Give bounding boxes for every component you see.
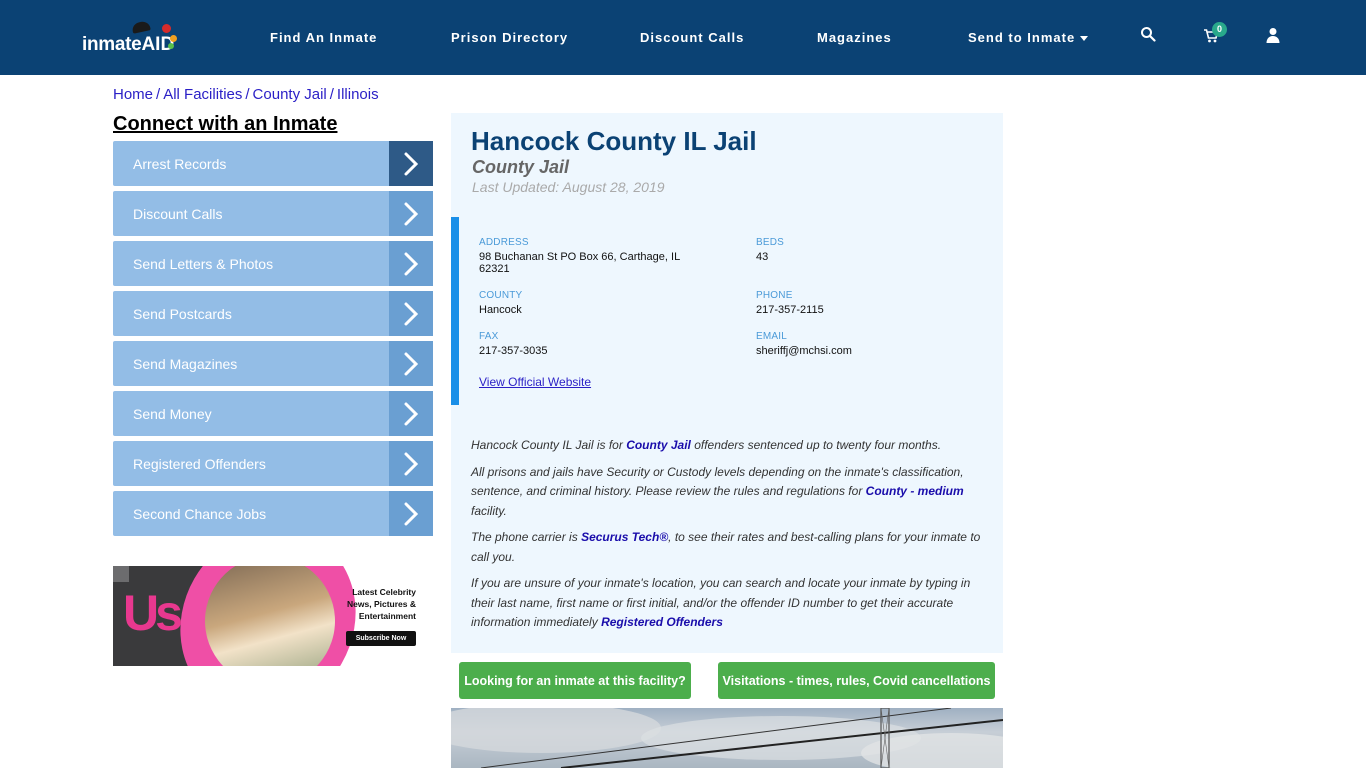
sidebar-item-label: Send Postcards <box>133 305 232 322</box>
breadcrumb: Home / All Facilities / County Jail / Illinois <box>113 86 379 103</box>
beds-label: BEDS <box>756 237 785 248</box>
ad-headline: Latest Celebrity News, Pictures & Entert… <box>347 586 416 622</box>
phone-value: 217-357-2115 <box>756 304 824 316</box>
breadcrumb-separator: / <box>156 86 161 103</box>
sidebar-item-send-magazines[interactable]: Send Magazines <box>113 341 433 386</box>
sidebar-item-label: Send Money <box>133 405 212 422</box>
ad-headline-line: Entertainment <box>358 611 416 621</box>
fax-value: 217-357-3035 <box>479 345 548 357</box>
inmateaid-logo[interactable]: inmate AID <box>82 20 177 55</box>
chevron-right-icon <box>389 141 433 186</box>
beds-value: 43 <box>756 251 769 263</box>
fax-field: FAX 217-357-3035 <box>479 331 548 357</box>
view-official-website-link[interactable]: View Official Website <box>479 375 591 389</box>
sidebar-item-registered-offenders[interactable]: Registered Offenders <box>113 441 433 486</box>
address-value: 98 Buchanan St PO Box 66, Carthage, IL 6… <box>479 251 680 275</box>
description-paragraph: The phone carrier is Securus Tech®, to s… <box>471 528 989 567</box>
description-paragraph: Hancock County IL Jail is for County Jai… <box>471 436 989 456</box>
breadcrumb-illinois[interactable]: Illinois <box>337 86 379 103</box>
top-navbar: inmate AID Find An Inmate Prison Directo… <box>0 0 1366 75</box>
sidebar-item-label: Discount Calls <box>133 205 223 222</box>
phone-label: PHONE <box>756 290 793 301</box>
chevron-right-icon <box>389 341 433 386</box>
nav-send-to-inmate-label: Send to Inmate <box>968 30 1076 45</box>
facility-title: Hancock County IL Jail <box>471 126 757 156</box>
description-text: Hancock County IL Jail is for <box>471 438 627 452</box>
ad-headline-line: Latest Celebrity <box>352 587 416 597</box>
description-text: facility. <box>471 503 507 518</box>
find-inmate-at-facility-button[interactable]: Looking for an inmate at this facility? <box>459 662 691 699</box>
address-field: ADDRESS 98 Buchanan St PO Box 66, Cartha… <box>479 237 699 275</box>
last-updated: Last Updated: August 28, 2019 <box>472 179 665 195</box>
breadcrumb-all-facilities[interactable]: All Facilities <box>163 86 242 103</box>
registered-offenders-link[interactable]: Registered Offenders <box>601 615 723 629</box>
ad-headline-line: News, Pictures & <box>347 599 416 609</box>
visitations-button[interactable]: Visitations - times, rules, Covid cancel… <box>718 662 995 699</box>
sidebar-item-label: Second Chance Jobs <box>133 505 267 522</box>
logo-decoration-icon <box>170 35 177 42</box>
sidebar-item-label: Send Letters & Photos <box>133 255 274 272</box>
breadcrumb-county-jail[interactable]: County Jail <box>253 86 327 103</box>
subscribe-now-button[interactable]: Subscribe Now <box>346 631 416 646</box>
us-weekly-ad-banner[interactable]: Us Latest Celebrity News, Pictures & Ent… <box>113 566 433 666</box>
connect-with-inmate-heading: Connect with an Inmate <box>113 113 338 135</box>
nav-prison-directory[interactable]: Prison Directory <box>451 30 568 45</box>
graduation-cap-icon <box>131 20 151 34</box>
email-value: sheriffj@mchsi.com <box>756 345 852 357</box>
nav-discount-calls[interactable]: Discount Calls <box>640 30 744 45</box>
chevron-right-icon <box>389 241 433 286</box>
chevron-right-icon <box>389 491 433 536</box>
facility-type: County Jail <box>472 157 570 177</box>
facility-photo <box>451 708 1003 768</box>
sidebar-item-second-chance-jobs[interactable]: Second Chance Jobs <box>113 491 433 536</box>
sidebar-item-send-money[interactable]: Send Money <box>113 391 433 436</box>
logo-decoration-icon <box>162 24 171 33</box>
county-medium-link[interactable]: County - medium <box>866 484 964 498</box>
breadcrumb-separator: / <box>245 86 250 103</box>
address-label: ADDRESS <box>479 237 529 248</box>
email-field: EMAIL sheriffj@mchsi.com <box>756 331 852 357</box>
email-label: EMAIL <box>756 331 788 342</box>
nav-send-to-inmate[interactable]: Send to Inmate <box>968 30 1089 45</box>
description-text: The phone carrier is <box>471 530 582 544</box>
sidebar-item-send-postcards[interactable]: Send Postcards <box>113 291 433 336</box>
sidebar-menu: Arrest Records Discount Calls Send Lette… <box>113 141 433 541</box>
logo-decoration-icon <box>168 43 174 49</box>
search-icon[interactable] <box>1140 26 1160 46</box>
description-text: offenders sentenced up to twenty four mo… <box>690 438 942 452</box>
sidebar-item-label: Arrest Records <box>133 155 227 172</box>
chevron-right-icon <box>389 441 433 486</box>
description-paragraph: If you are unsure of your inmate's locat… <box>471 574 989 633</box>
beds-field: BEDS 43 <box>756 237 784 263</box>
sidebar-item-send-letters-photos[interactable]: Send Letters & Photos <box>113 241 433 286</box>
caret-down-icon <box>1080 36 1089 42</box>
nav-magazines[interactable]: Magazines <box>817 30 892 45</box>
breadcrumb-separator: / <box>329 86 334 103</box>
securus-tech-link[interactable]: Securus Tech® <box>581 530 668 544</box>
chevron-right-icon <box>389 291 433 336</box>
county-label: COUNTY <box>479 290 523 301</box>
user-icon[interactable] <box>1265 27 1285 47</box>
facility-description: Hancock County IL Jail is for County Jai… <box>471 436 989 640</box>
cart-count-badge: 0 <box>1212 22 1227 37</box>
county-jail-link[interactable]: County Jail <box>626 438 691 452</box>
chevron-right-icon <box>389 391 433 436</box>
description-paragraph: All prisons and jails have Security or C… <box>471 463 989 522</box>
us-logo: Us <box>123 585 183 641</box>
phone-field: PHONE 217-357-2115 <box>756 290 824 316</box>
nav-find-an-inmate[interactable]: Find An Inmate <box>270 30 377 45</box>
breadcrumb-home[interactable]: Home <box>113 86 153 103</box>
ad-corner-square <box>113 566 129 582</box>
chevron-right-icon <box>389 191 433 236</box>
sidebar-item-label: Registered Offenders <box>133 455 266 472</box>
county-field: COUNTY Hancock <box>479 290 522 316</box>
fax-label: FAX <box>479 331 499 342</box>
sidebar-item-discount-calls[interactable]: Discount Calls <box>113 191 433 236</box>
sidebar-item-arrest-records[interactable]: Arrest Records <box>113 141 433 186</box>
sidebar-item-label: Send Magazines <box>133 355 238 372</box>
county-value: Hancock <box>479 304 522 316</box>
logo-text: inmate <box>82 34 142 55</box>
